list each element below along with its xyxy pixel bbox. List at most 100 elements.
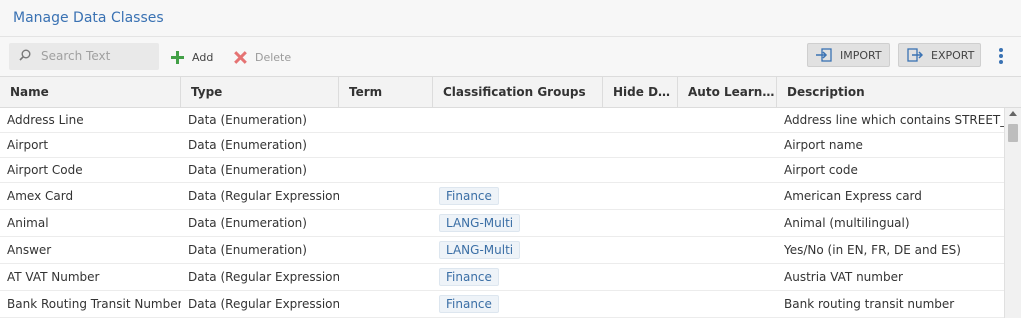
cell-name: Amex Card [0, 183, 181, 209]
cell-auto [678, 183, 777, 209]
cell-group [433, 133, 603, 157]
column-header-name[interactable]: Name [0, 77, 181, 107]
export-button[interactable]: EXPORT [898, 43, 981, 67]
table-row[interactable]: Address Line Data (Enumeration) Address li… [0, 108, 1004, 133]
close-icon [234, 51, 247, 64]
search-icon [19, 49, 31, 61]
data-classes-table: Name Type Term Classification Groups Hid… [0, 76, 1021, 318]
cell-description: American Express card [777, 183, 1004, 209]
table-row[interactable]: Airport Data (Enumeration) Airport name [0, 133, 1004, 158]
table-row[interactable]: Airport Code Data (Enumeration) Airport co… [0, 158, 1004, 183]
table-row[interactable]: Answer Data (Enumeration) LANG-Multi Yes/No… [0, 237, 1004, 264]
classification-group-tag: LANG-Multi [439, 241, 521, 259]
cell-text: Data (Regular Expression) [188, 270, 339, 284]
cell-group [433, 158, 603, 182]
import-button[interactable]: IMPORT [807, 43, 890, 67]
cell-text: Bank Routing Transit Number [7, 297, 181, 311]
cell-auto [678, 133, 777, 157]
column-header-hide-data[interactable]: Hide Data [603, 77, 678, 107]
cell-text: Animal (multilingual) [784, 216, 910, 230]
table-header: Name Type Term Classification Groups Hid… [0, 77, 1021, 108]
cell-text: American Express card [784, 189, 922, 203]
cell-text: Data (Enumeration) [188, 243, 307, 257]
cell-hide [603, 264, 678, 290]
cell-hide [603, 133, 678, 157]
search-placeholder: Search Text [41, 49, 111, 63]
cell-description: Airport name [777, 133, 1004, 157]
title-bar: Manage Data Classes [0, 0, 1021, 37]
column-header-type[interactable]: Type [181, 77, 339, 107]
export-icon [907, 48, 923, 62]
cell-group: Finance [433, 291, 603, 317]
cell-text: Data (Regular Expression) [188, 297, 339, 311]
import-label: IMPORT [840, 48, 882, 62]
cell-description: Yes/No (in EN, FR, DE and ES) [777, 237, 1004, 263]
cell-text: Data (Enumeration) [188, 113, 307, 127]
cell-group: Finance [433, 264, 603, 290]
cell-term [339, 183, 433, 209]
cell-text: Animal [7, 216, 49, 230]
cell-hide [603, 158, 678, 182]
cell-text: Austria VAT number [784, 270, 903, 284]
vertical-scrollbar[interactable] [1004, 108, 1021, 318]
classification-group-tag: Finance [439, 187, 499, 205]
cell-term [339, 264, 433, 290]
cell-name: Answer [0, 237, 181, 263]
cell-hide [603, 210, 678, 236]
cell-group: Finance [433, 183, 603, 209]
cell-text: Data (Enumeration) [188, 163, 307, 177]
more-options-icon[interactable] [998, 48, 1004, 66]
add-button[interactable]: Add [171, 48, 213, 66]
cell-description: Animal (multilingual) [777, 210, 1004, 236]
cell-hide [603, 237, 678, 263]
cell-name: Airport Code [0, 158, 181, 182]
scroll-up-icon[interactable] [1009, 111, 1017, 116]
table-row[interactable]: Amex Card Data (Regular Expression) Financ… [0, 183, 1004, 210]
cell-text: Yes/No (in EN, FR, DE and ES) [784, 243, 961, 257]
column-header-term[interactable]: Term [339, 77, 433, 107]
cell-type: Data (Enumeration) [181, 108, 339, 132]
classification-group-tag: Finance [439, 295, 499, 313]
plus-icon [171, 50, 184, 64]
cell-term [339, 237, 433, 263]
cell-text: Address Line [7, 113, 84, 127]
cell-text: Airport [7, 138, 49, 152]
search-input[interactable]: Search Text [9, 43, 159, 70]
cell-text: Answer [7, 243, 52, 257]
scroll-thumb[interactable] [1008, 124, 1018, 142]
cell-type: Data (Regular Expression) [181, 291, 339, 317]
column-header-description[interactable]: Description [777, 77, 1021, 107]
cell-description: Austria VAT number [777, 264, 1004, 290]
cell-auto [678, 108, 777, 132]
add-label: Add [192, 50, 214, 64]
cell-group [433, 108, 603, 132]
cell-auto [678, 264, 777, 290]
cell-type: Data (Regular Expression) [181, 264, 339, 290]
cell-type: Data (Enumeration) [181, 133, 339, 157]
cell-text: Bank routing transit number [784, 297, 955, 311]
export-label: EXPORT [931, 48, 975, 62]
cell-type: Data (Regular Expression) [181, 183, 339, 209]
cell-text: Airport Code [7, 163, 83, 177]
cell-name: Address Line [0, 108, 181, 132]
cell-type: Data (Enumeration) [181, 237, 339, 263]
delete-button[interactable]: Delete [234, 48, 291, 66]
table-body: Address Line Data (Enumeration) Address li… [0, 108, 1004, 318]
cell-hide [603, 291, 678, 317]
cell-group: LANG-Multi [433, 210, 603, 236]
cell-description: Airport code [777, 158, 1004, 182]
classification-group-tag: Finance [439, 268, 499, 286]
column-header-auto-learning[interactable]: Auto Learni… [678, 77, 777, 107]
table-row[interactable]: Animal Data (Enumeration) LANG-Multi Animal… [0, 210, 1004, 237]
table-row[interactable]: Bank Routing Transit Number Data (Regular… [0, 291, 1004, 318]
cell-term [339, 158, 433, 182]
cell-type: Data (Enumeration) [181, 210, 339, 236]
cell-auto [678, 237, 777, 263]
import-icon [816, 48, 832, 62]
cell-text: Data (Enumeration) [188, 138, 307, 152]
cell-text: Airport code [784, 163, 858, 177]
delete-label: Delete [255, 50, 292, 64]
cell-text: Address line which contains STREET_TY [784, 113, 1004, 127]
table-row[interactable]: AT VAT Number Data (Regular Expression) Fi… [0, 264, 1004, 291]
column-header-classification-groups[interactable]: Classification Groups [433, 77, 603, 107]
